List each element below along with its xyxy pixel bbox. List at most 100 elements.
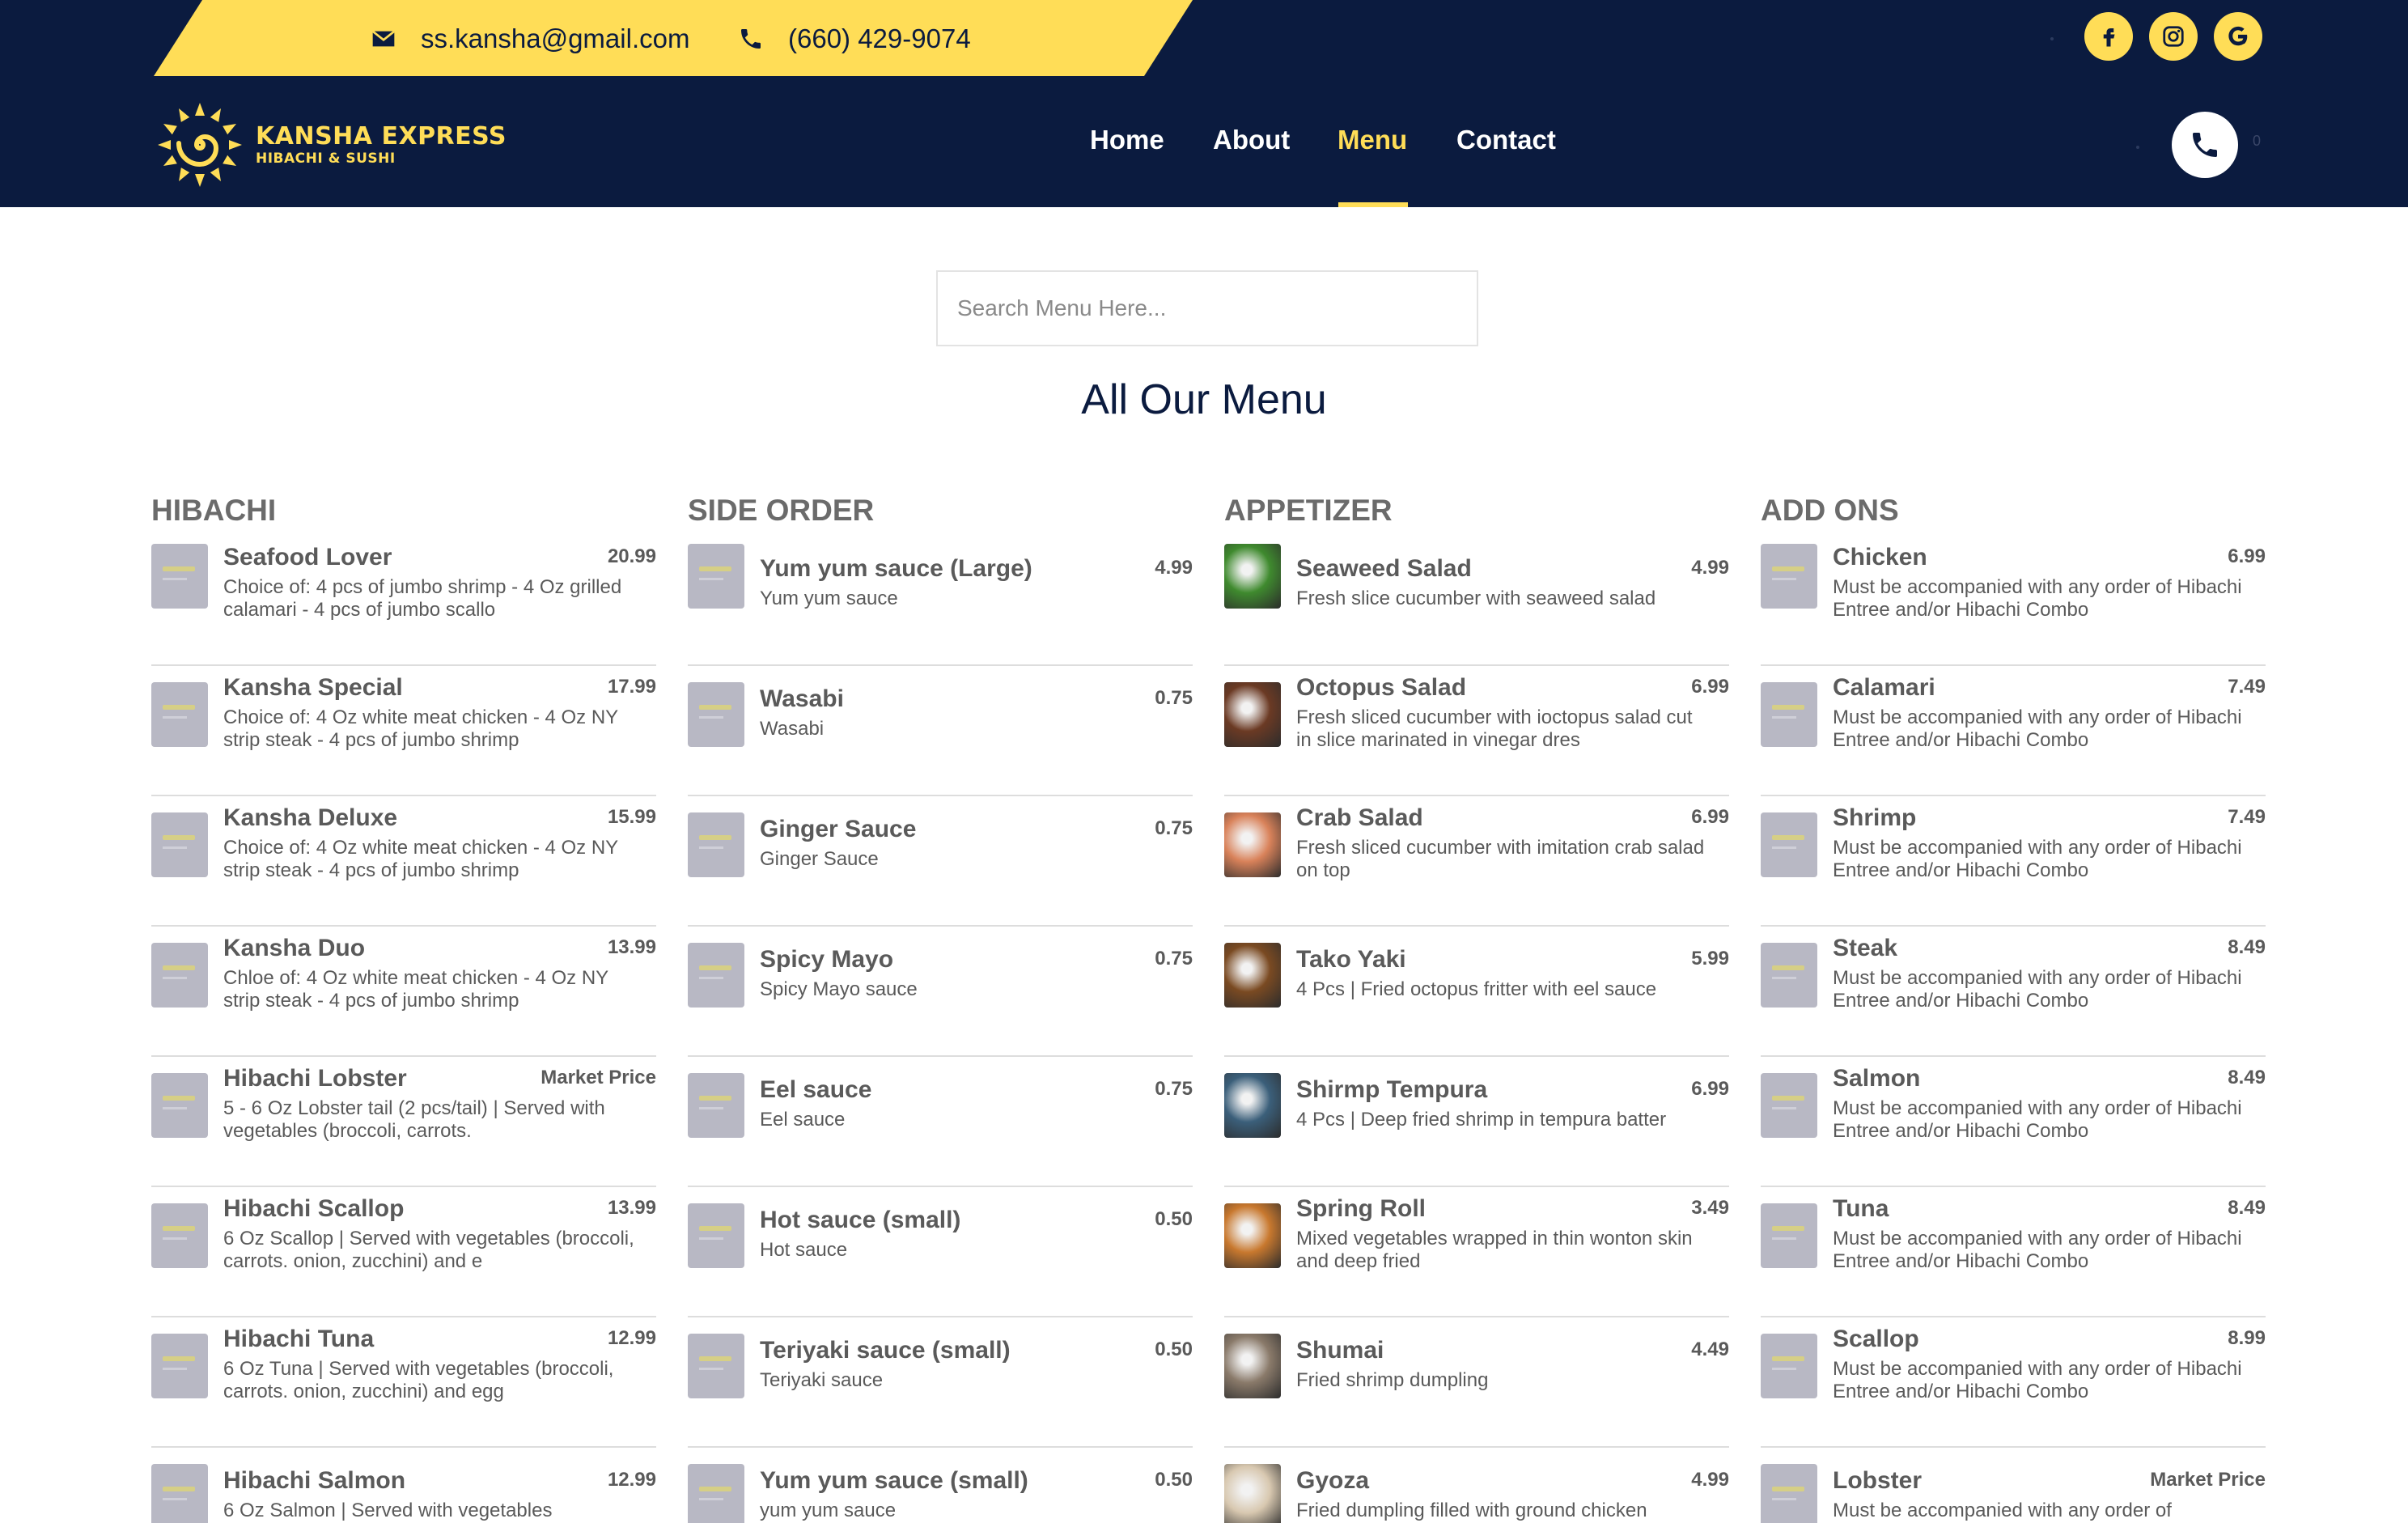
menu-item[interactable]: Calamari 7.49 Must be accompanied with any…	[1761, 666, 2266, 796]
menu-item-description: Mixed vegetables wrapped in thin wonton …	[1296, 1228, 1693, 1272]
menu-item-image	[151, 1073, 208, 1138]
menu-item-price: 0.50	[1155, 1208, 1193, 1230]
menu-item[interactable]: Octopus Salad 6.99 Fresh sliced cucumber w…	[1224, 666, 1729, 796]
menu-item-name: Kansha Special	[223, 674, 403, 701]
menu-item-price: 4.99	[1691, 557, 1729, 579]
menu-item-price: 8.49	[2228, 1197, 2266, 1219]
menu-item[interactable]: Salmon 8.49 Must be accompanied with any o…	[1761, 1057, 2266, 1187]
menu-item-price: 13.99	[607, 936, 656, 958]
menu-item-price: 12.99	[607, 1469, 656, 1491]
menu-item[interactable]: Tako Yaki 5.99 4 Pcs | Fried octopus fritt…	[1224, 927, 1729, 1057]
menu-item[interactable]: Hibachi Tuna 12.99 6 Oz Tuna | Served with…	[151, 1317, 656, 1448]
menu-item-name: Eel sauce	[760, 1076, 872, 1103]
menu-item-price: 6.99	[2228, 545, 2266, 567]
menu-item[interactable]: Kansha Duo 13.99 Chloe of: 4 Oz white meat…	[151, 927, 656, 1057]
google-icon	[2228, 26, 2248, 46]
menu-item[interactable]: Scallop 8.99 Must be accompanied with any …	[1761, 1317, 2266, 1448]
menu-item-image	[1761, 682, 1817, 747]
menu-item-description: Ginger Sauce	[760, 848, 879, 870]
site-logo[interactable]: KANSHA EXPRESS HIBACHI & SUSHI	[155, 100, 507, 189]
menu-item-name: Ginger Sauce	[760, 816, 917, 842]
menu-item[interactable]: Tuna 8.49 Must be accompanied with any ord…	[1761, 1187, 2266, 1317]
menu-item-description: Must be accompanied with any order of Hi…	[1833, 967, 2242, 1012]
menu-item-image	[688, 682, 744, 747]
nav-menu[interactable]: Menu	[1338, 125, 1407, 155]
menu-column-appetizer: APPETIZER Seaweed Salad 4.99 Fresh slice c…	[1224, 486, 1729, 1523]
menu-item-price: 8.99	[2228, 1327, 2266, 1349]
menu-item[interactable]: Kansha Deluxe 15.99 Choice of: 4 Oz white …	[151, 796, 656, 927]
menu-item[interactable]: Seafood Lover 20.99 Choice of: 4 pcs of ju…	[151, 536, 656, 666]
menu-item-price: 0.75	[1155, 948, 1193, 969]
menu-item[interactable]: Crab Salad 6.99 Fresh sliced cucumber with…	[1224, 796, 1729, 927]
menu-item-name: Crab Salad	[1296, 804, 1423, 831]
phone-link[interactable]: (660) 429-9074	[736, 19, 971, 58]
menu-column-side-order: SIDE ORDER Yum yum sauce (Large) 4.99 Yum …	[688, 486, 1193, 1523]
nav-about[interactable]: About	[1213, 125, 1290, 155]
nav-contact[interactable]: Contact	[1456, 125, 1556, 155]
menu-item-name: Kansha Deluxe	[223, 804, 398, 831]
menu-item-price: 4.99	[1691, 1469, 1729, 1491]
menu-item-description: Must be accompanied with any order of Hi…	[1833, 1358, 2242, 1402]
menu-item-name: Salmon	[1833, 1065, 1921, 1092]
menu-item[interactable]: Shirmp Tempura 6.99 4 Pcs | Deep fried shr…	[1224, 1057, 1729, 1187]
menu-item-image	[688, 1203, 744, 1268]
menu-item-price: 7.49	[2228, 806, 2266, 828]
menu-item[interactable]: Shumai 4.49 Fried shrimp dumpling	[1224, 1317, 1729, 1448]
menu-item-image	[1761, 1203, 1817, 1268]
menu-item[interactable]: Shrimp 7.49 Must be accompanied with any o…	[1761, 796, 2266, 927]
email-link[interactable]: ss.kansha@gmail.com	[369, 19, 689, 58]
menu-item[interactable]: Hot sauce (small) 0.50 Hot sauce	[688, 1187, 1193, 1317]
menu-item-name: Spring Roll	[1296, 1195, 1426, 1222]
menu-item-name: Scallop	[1833, 1326, 1919, 1352]
menu-item-name: Hibachi Scallop	[223, 1195, 405, 1222]
menu-item-name: Wasabi	[760, 685, 844, 712]
menu-item[interactable]: Kansha Special 17.99 Choice of: 4 Oz white…	[151, 666, 656, 796]
menu-item-image	[688, 1464, 744, 1523]
menu-item[interactable]: Hibachi Scallop 13.99 6 Oz Scallop | Serve…	[151, 1187, 656, 1317]
menu-item-price: 17.99	[607, 676, 656, 698]
facebook-icon	[2103, 28, 2115, 47]
menu-item[interactable]: Spicy Mayo 0.75 Spicy Mayo sauce	[688, 927, 1193, 1057]
menu-item-price: 20.99	[607, 545, 656, 567]
menu-item-description: Must be accompanied with any order of Hi…	[1833, 1228, 2242, 1272]
menu-item[interactable]: Seaweed Salad 4.99 Fresh slice cucumber wi…	[1224, 536, 1729, 666]
facebook-button[interactable]	[2084, 12, 2133, 61]
menu-item[interactable]: Yum yum sauce (small) 0.50 yum yum sauce	[688, 1448, 1193, 1523]
menu-item-name: Shirmp Tempura	[1296, 1076, 1488, 1103]
menu-item[interactable]: Hibachi Lobster Market Price 5 - 6 Oz Lobs…	[151, 1057, 656, 1187]
nav-home[interactable]: Home	[1090, 125, 1164, 155]
menu-item[interactable]: Lobster Market Price Must be accompanied w…	[1761, 1448, 2266, 1523]
menu-item-name: Octopus Salad	[1296, 674, 1467, 701]
menu-item[interactable]: Wasabi 0.75 Wasabi	[688, 666, 1193, 796]
menu-item-image	[1224, 682, 1281, 747]
menu-item[interactable]: Hibachi Salmon 12.99 6 Oz Salmon | Served …	[151, 1448, 656, 1523]
menu-item-description: Chloe of: 4 Oz white meat chicken - 4 Oz…	[223, 967, 608, 1012]
instagram-button[interactable]	[2149, 12, 2198, 61]
menu-item-image	[1761, 1464, 1817, 1523]
logo-subtitle: HIBACHI & SUSHI	[256, 150, 396, 167]
menu-item[interactable]: Spring Roll 3.49 Mixed vegetables wrapped …	[1224, 1187, 1729, 1317]
menu-item-name: Hibachi Lobster	[223, 1065, 407, 1092]
menu-search-input[interactable]	[936, 270, 1478, 346]
menu-item-description: Must be accompanied with any order of Hi…	[1833, 837, 2242, 881]
cart-count: 0	[2253, 133, 2262, 149]
site-header: ss.kansha@gmail.com (660) 429-9074 KANSH…	[0, 0, 2408, 207]
separator-dot	[2136, 146, 2139, 149]
menu-item[interactable]: Eel sauce 0.75 Eel sauce	[688, 1057, 1193, 1187]
menu-item[interactable]: Teriyaki sauce (small) 0.50 Teriyaki sauce	[688, 1317, 1193, 1448]
menu-item-price: 0.50	[1155, 1469, 1193, 1491]
column-title: APPETIZER	[1224, 494, 1393, 527]
menu-item-image	[688, 812, 744, 877]
menu-item[interactable]: Yum yum sauce (Large) 4.99 Yum yum sauce	[688, 536, 1193, 666]
menu-item[interactable]: Steak 8.49 Must be accompanied with any or…	[1761, 927, 2266, 1057]
call-button[interactable]	[2172, 112, 2238, 178]
menu-item[interactable]: Gyoza 4.99 Fried dumpling filled with grou…	[1224, 1448, 1729, 1523]
google-button[interactable]	[2214, 12, 2262, 61]
menu-item-image	[151, 544, 208, 609]
menu-item-description: Teriyaki sauce	[760, 1369, 884, 1391]
menu-item-image	[1224, 1203, 1281, 1268]
menu-item[interactable]: Ginger Sauce 0.75 Ginger Sauce	[688, 796, 1193, 927]
menu-item-image	[151, 943, 208, 1008]
menu-item-name: Spicy Mayo	[760, 946, 894, 973]
menu-item[interactable]: Chicken 6.99 Must be accompanied with any …	[1761, 536, 2266, 666]
